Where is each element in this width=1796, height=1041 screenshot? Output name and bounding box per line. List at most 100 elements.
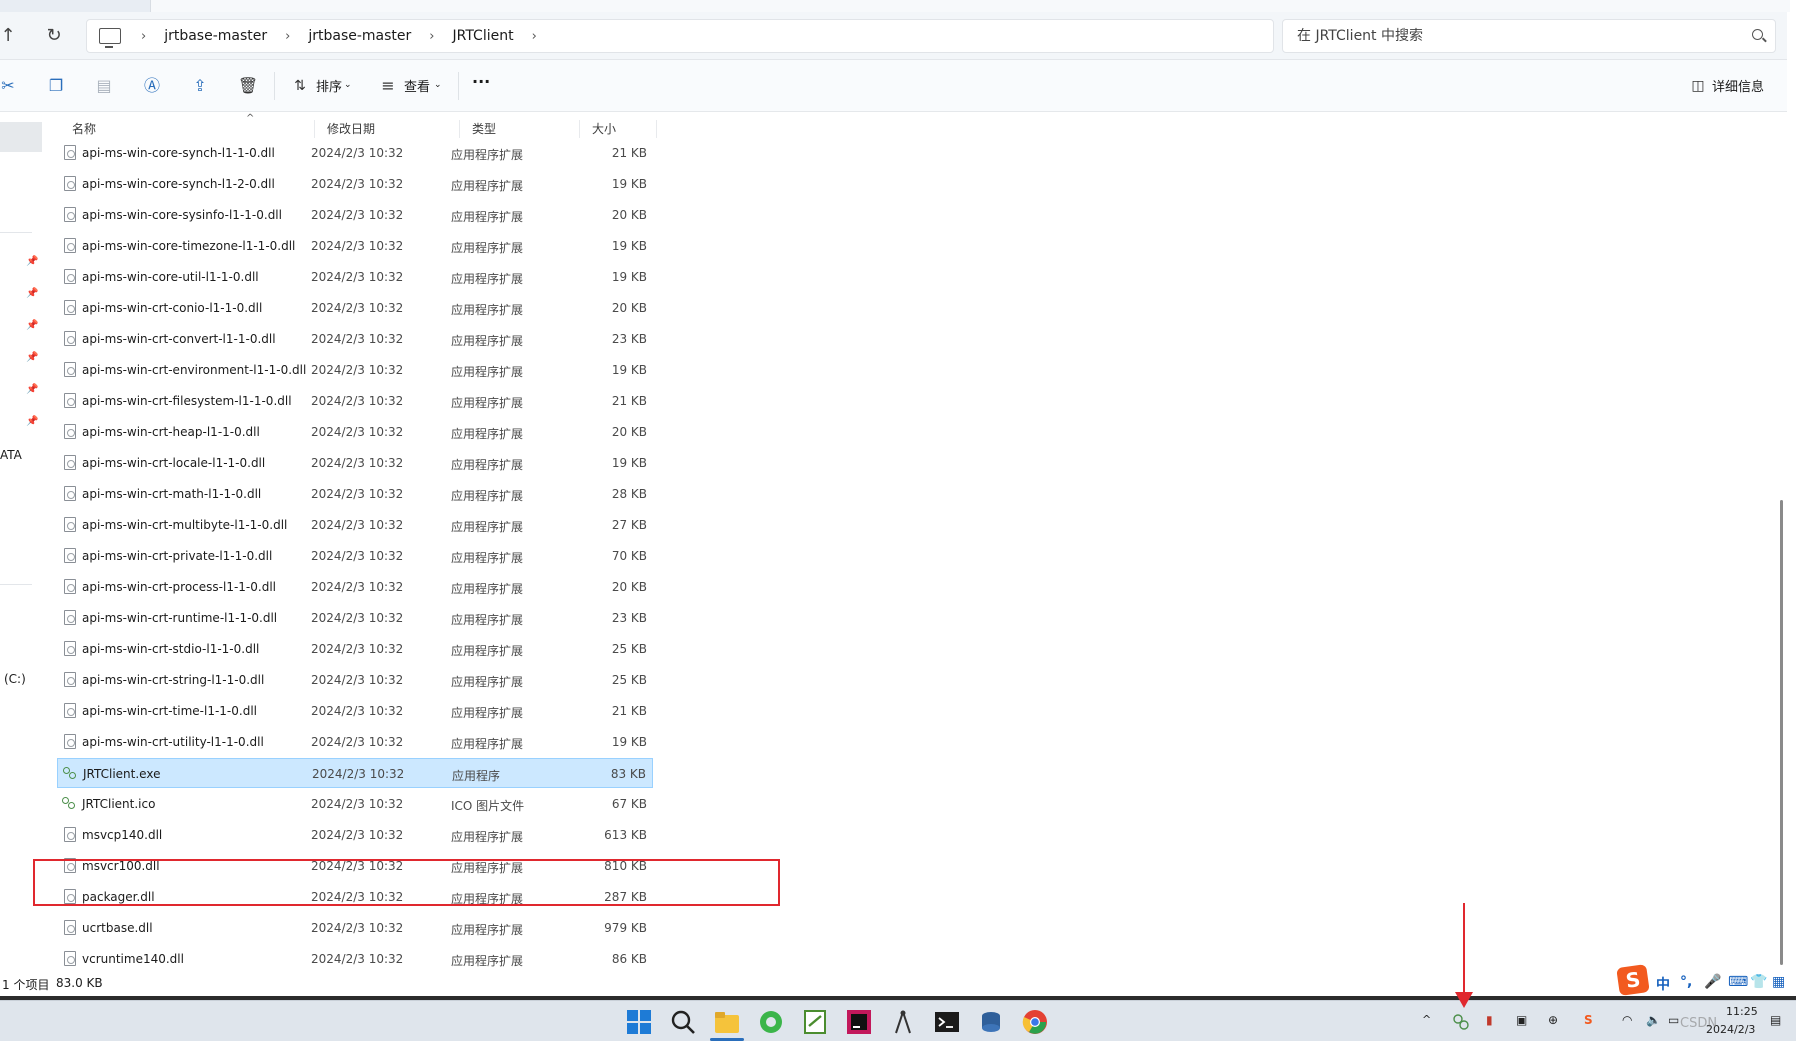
window-tray-icon[interactable]: ▣ — [1516, 1013, 1527, 1027]
network-tray-icon[interactable]: ⊕ — [1548, 1013, 1558, 1027]
file-row[interactable]: api-ms-win-crt-time-l1-1-0.dll 2024/2/3 1… — [57, 696, 653, 726]
pin-icon[interactable]: 📌 — [26, 416, 38, 427]
wifi-icon[interactable]: ◠ — [1622, 1013, 1632, 1027]
file-type: 应用程序扩展 — [451, 365, 524, 379]
copy-icon[interactable]: ❐ — [44, 74, 68, 98]
view-button[interactable]: 查看 — [404, 76, 430, 95]
breadcrumb-item[interactable]: jrtbase-master — [296, 28, 423, 44]
file-row[interactable]: api-ms-win-crt-convert-l1-1-0.dll 2024/2/… — [57, 324, 653, 354]
paste-icon[interactable]: ▤ — [92, 74, 116, 98]
nav-item-selected[interactable] — [0, 122, 42, 152]
search-icon[interactable] — [670, 1009, 696, 1035]
ime-punct-toggle[interactable]: °, — [1680, 974, 1692, 990]
search-input[interactable]: 在 JRTClient 中搜索 — [1282, 19, 1776, 53]
file-row[interactable]: vcruntime140.dll 2024/2/3 10:32 应用程序扩展 86 K… — [57, 944, 653, 974]
file-row[interactable]: api-ms-win-crt-string-l1-1-0.dll 2024/2/3… — [57, 665, 653, 695]
file-row[interactable]: api-ms-win-crt-stdio-l1-1-0.dll 2024/2/3 … — [57, 634, 653, 664]
pin-icon[interactable]: 📌 — [26, 384, 38, 395]
file-type: 应用程序扩展 — [451, 737, 524, 751]
ime-lang-toggle[interactable]: 中 — [1656, 974, 1670, 994]
pin-icon[interactable]: 📌 — [26, 256, 38, 267]
toolbox-icon[interactable]: ▦ — [1772, 974, 1785, 990]
view-icon[interactable]: ≡ — [376, 74, 400, 98]
chevron-right-icon[interactable]: › — [526, 29, 543, 44]
cut-icon[interactable]: ✂ — [0, 74, 20, 98]
battery-icon[interactable]: ▭ — [1668, 1013, 1679, 1027]
file-row[interactable]: api-ms-win-core-synch-l1-1-0.dll 2024/2/3… — [57, 138, 653, 168]
breadcrumb-item[interactable]: JRTClient — [440, 28, 525, 44]
file-row[interactable]: api-ms-win-crt-utility-l1-1-0.dll 2024/2/… — [57, 727, 653, 757]
tab-strip[interactable] — [150, 0, 1790, 12]
chevron-right-icon[interactable]: › — [135, 29, 152, 44]
nav-item-label[interactable]: ATA — [0, 448, 22, 462]
database-app-icon[interactable] — [978, 1009, 1004, 1035]
file-row[interactable]: api-ms-win-crt-filesystem-l1-1-0.dll 2024… — [57, 386, 653, 416]
breadcrumb-item[interactable]: jrtbase-master — [152, 28, 279, 44]
edge-browser-icon[interactable] — [758, 1009, 784, 1035]
file-row[interactable]: JRTClient.exe 2024/2/3 10:32 应用程序 83 KB — [57, 758, 653, 788]
chevron-right-icon[interactable]: › — [423, 29, 440, 44]
file-row[interactable]: ucrtbase.dll 2024/2/3 10:32 应用程序扩展 979 KB — [57, 913, 653, 943]
more-options-button[interactable]: ··· — [472, 72, 490, 91]
address-bar[interactable]: › jrtbase-master › jrtbase-master › JRTC… — [86, 19, 1274, 53]
file-row[interactable]: api-ms-win-crt-environment-l1-1-0.dll 202… — [57, 355, 653, 385]
refresh-icon[interactable]: ↻ — [40, 22, 68, 50]
file-row[interactable]: api-ms-win-crt-multibyte-l1-1-0.dll 2024/… — [57, 510, 653, 540]
details-pane-icon[interactable]: ◫ — [1686, 74, 1710, 98]
vertical-scrollbar[interactable] — [1776, 112, 1787, 972]
chevron-down-icon[interactable]: ⌄ — [344, 80, 352, 90]
chrome-browser-icon[interactable] — [1022, 1009, 1048, 1035]
dll-file-icon — [64, 827, 76, 842]
file-type: 应用程序扩展 — [451, 923, 524, 937]
column-header-date[interactable]: 修改日期 — [315, 120, 460, 138]
windows-start-icon[interactable] — [626, 1009, 652, 1035]
file-row[interactable]: api-ms-win-crt-conio-l1-1-0.dll 2024/2/3 … — [57, 293, 653, 323]
file-explorer-icon[interactable] — [714, 1009, 740, 1035]
file-row[interactable]: JRTClient.ico 2024/2/3 10:32 ICO 图片文件 67 KB — [57, 789, 653, 819]
clock-time[interactable]: 11:25 — [1726, 1005, 1758, 1018]
sogou-icon[interactable]: S — [1616, 964, 1650, 996]
rename-icon[interactable]: Ⓐ — [140, 74, 164, 98]
file-row[interactable]: api-ms-win-crt-locale-l1-1-0.dll 2024/2/3… — [57, 448, 653, 478]
sogou-tray-icon[interactable]: S — [1584, 1013, 1593, 1027]
chart-tray-icon[interactable]: ▮ — [1486, 1013, 1493, 1027]
file-row[interactable]: api-ms-win-core-timezone-l1-1-0.dll 2024/… — [57, 231, 653, 261]
notepad-app-icon[interactable] — [802, 1009, 828, 1035]
up-arrow-icon[interactable]: ↑ — [0, 22, 22, 50]
details-button[interactable]: 详细信息 — [1712, 76, 1764, 95]
chevron-right-icon[interactable]: › — [279, 29, 296, 44]
file-row[interactable]: api-ms-win-crt-private-l1-1-0.dll 2024/2/… — [57, 541, 653, 571]
nav-item-drive-c[interactable]: (C:) — [4, 672, 26, 686]
sort-button[interactable]: 排序 — [316, 76, 342, 95]
keyboard-icon[interactable]: ⌨ — [1728, 974, 1748, 990]
column-header-type[interactable]: 类型 — [460, 120, 580, 138]
chevron-up-icon[interactable]: ^ — [1422, 1013, 1431, 1026]
microphone-icon[interactable]: 🎤 — [1704, 974, 1721, 990]
chevron-down-icon[interactable]: ⌄ — [434, 80, 442, 90]
column-header-name[interactable]: 名称 — [60, 120, 315, 138]
file-row[interactable]: api-ms-win-crt-math-l1-1-0.dll 2024/2/3 1… — [57, 479, 653, 509]
file-row[interactable]: api-ms-win-core-util-l1-1-0.dll 2024/2/3 … — [57, 262, 653, 292]
scrollbar-thumb[interactable] — [1780, 500, 1783, 965]
volume-icon[interactable]: 🔈 — [1646, 1013, 1661, 1027]
file-row[interactable]: api-ms-win-core-synch-l1-2-0.dll 2024/2/3… — [57, 169, 653, 199]
file-row[interactable]: api-ms-win-core-sysinfo-l1-1-0.dll 2024/2… — [57, 200, 653, 230]
file-row[interactable]: api-ms-win-crt-runtime-l1-1-0.dll 2024/2/… — [57, 603, 653, 633]
pin-icon[interactable]: 📌 — [26, 352, 38, 363]
file-row[interactable]: api-ms-win-crt-heap-l1-1-0.dll 2024/2/3 1… — [57, 417, 653, 447]
share-icon[interactable]: ⇪ — [188, 74, 212, 98]
file-row[interactable]: msvcp140.dll 2024/2/3 10:32 应用程序扩展 613 KB — [57, 820, 653, 850]
delete-icon[interactable]: 🗑 — [236, 74, 260, 98]
file-row[interactable]: api-ms-win-crt-process-l1-1-0.dll 2024/2/… — [57, 572, 653, 602]
ime-toolbar[interactable]: S 中 °, 🎤 ⌨ 👕 ▦ — [1616, 964, 1796, 998]
compass-tool-icon[interactable] — [890, 1009, 916, 1035]
sort-icon[interactable]: ⇅ — [288, 74, 312, 98]
terminal-icon[interactable] — [934, 1009, 960, 1035]
pin-icon[interactable]: 📌 — [26, 288, 38, 299]
jrtclient-tray-icon[interactable] — [1452, 1013, 1470, 1031]
notification-icon[interactable]: ▤ — [1770, 1013, 1781, 1027]
skin-icon[interactable]: 👕 — [1750, 974, 1767, 990]
pin-icon[interactable]: 📌 — [26, 320, 38, 331]
column-header-size[interactable]: 大小 — [580, 120, 657, 138]
jetbrains-ide-icon[interactable] — [846, 1009, 872, 1035]
